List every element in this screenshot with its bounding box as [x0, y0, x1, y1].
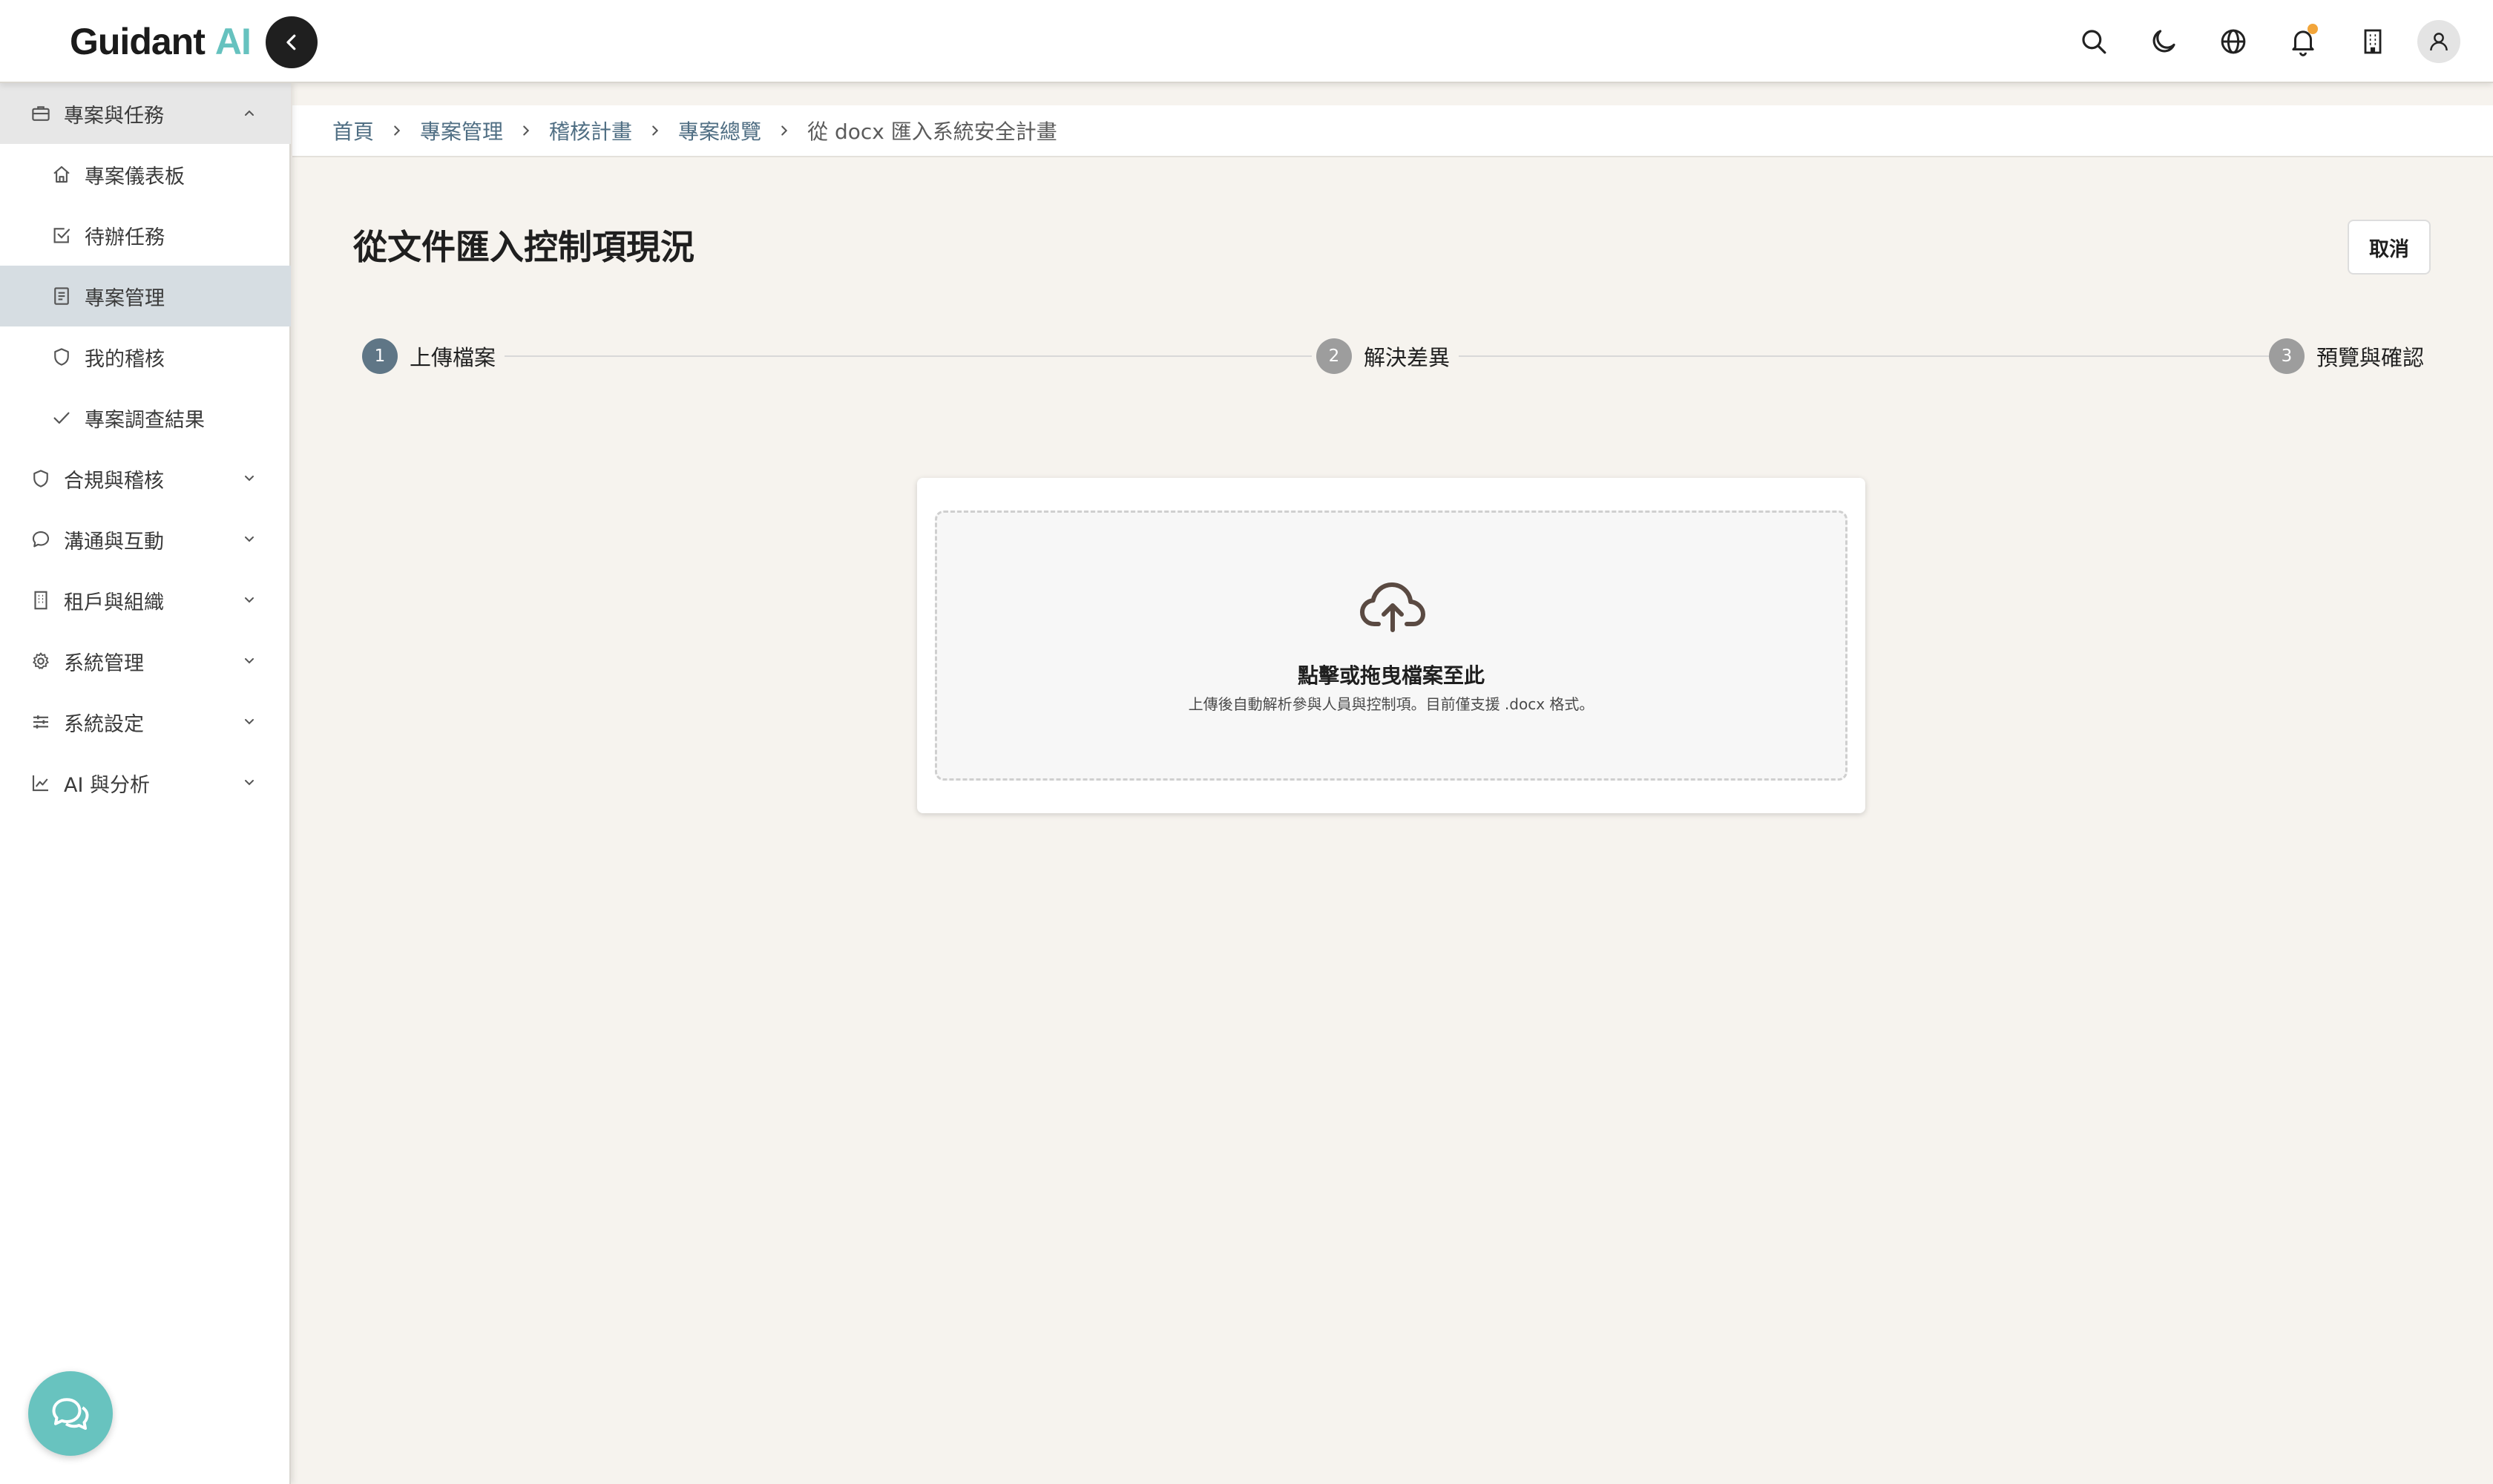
breadcrumb-project-management[interactable]: 專案管理 — [420, 116, 503, 145]
step-connector — [1453, 355, 2284, 357]
chevron-down-icon — [245, 780, 254, 786]
brand-suffix: AI — [214, 21, 252, 62]
step-label: 上傳檔案 — [410, 345, 496, 370]
check-icon — [53, 412, 70, 424]
chevron-right-icon — [523, 125, 530, 136]
app-logo[interactable]: Guidant AI — [70, 19, 252, 64]
chevron-down-icon — [245, 536, 254, 542]
sidebar-item-label: 專案儀表板 — [85, 165, 185, 188]
dropzone-title: 點擊或拖曳檔案至此 — [1297, 663, 1485, 688]
sidebar: 專案與任務 專案儀表板 待辦任務 專案管理 我的稽核 專案調查結果 合規與稽核 … — [0, 83, 291, 1484]
chevron-left-icon — [286, 34, 296, 50]
shield-icon — [54, 348, 69, 366]
brand-name: Guidant — [70, 21, 206, 62]
sliders-icon — [33, 715, 48, 729]
moon-icon — [2152, 30, 2175, 53]
sidebar-collapse-button[interactable] — [266, 16, 318, 68]
chevron-down-icon — [245, 658, 254, 664]
building-icon — [2364, 29, 2382, 54]
chat-bubbles-icon — [52, 1398, 89, 1430]
breadcrumb: 首頁 專案管理 稽核計畫 專案總覽 從 docx 匯入系統安全計畫 — [292, 105, 2493, 157]
notifications-button[interactable] — [2278, 16, 2328, 67]
sidebar-item-label: 溝通與互動 — [64, 530, 164, 554]
chat-assistant-button[interactable] — [28, 1371, 113, 1456]
breadcrumb-current: 從 docx 匯入系統安全計畫 — [807, 119, 1057, 144]
sidebar-item-label: 租戶與組織 — [64, 591, 164, 614]
user-avatar-button[interactable] — [2417, 20, 2460, 63]
top-header: Guidant AI — [0, 0, 2493, 83]
user-icon — [2430, 33, 2448, 51]
sidebar-item-label: 合規與稽核 — [64, 469, 164, 493]
sidebar-item-label: 專案管理 — [85, 286, 165, 310]
chevron-right-icon — [394, 125, 401, 136]
step-upload: 1 上傳檔案 — [362, 337, 505, 375]
globe-icon — [2221, 29, 2246, 54]
step-label: 解決差異 — [1364, 345, 1451, 370]
sidebar-item-label: 待辦任務 — [85, 226, 165, 249]
dropzone-hint: 上傳後自動解析參與人員與控制項。目前僅支援 .docx 格式。 — [1188, 695, 1594, 713]
sidebar-group-compliance-audit[interactable]: 合規與稽核 — [0, 448, 291, 509]
step-label: 預覽與確認 — [2316, 345, 2425, 370]
breadcrumb-project-overview[interactable]: 專案總覽 — [678, 116, 761, 145]
briefcase-icon — [32, 106, 50, 121]
chevron-up-icon — [245, 110, 254, 116]
chat-icon — [32, 531, 50, 548]
sidebar-item-label: 專案調查結果 — [85, 408, 205, 432]
chevron-down-icon — [245, 719, 254, 725]
page-title: 從文件匯入控制項現況 — [353, 227, 694, 267]
step-preview-confirm: 3 預覽與確認 — [2269, 337, 2434, 375]
step-resolve-diff: 2 解決差異 — [1316, 337, 1459, 375]
chevron-right-icon — [652, 125, 659, 136]
header-actions — [2069, 16, 2460, 67]
import-stepper: 1 上傳檔案 2 解決差異 3 預覽與確認 — [362, 337, 2434, 375]
sidebar-group-communication[interactable]: 溝通與互動 — [0, 509, 291, 570]
sidebar-item-project-dashboard[interactable]: 專案儀表板 — [0, 144, 291, 205]
sidebar-item-label: 我的稽核 — [85, 347, 165, 371]
sidebar-item-label: 系統管理 — [64, 651, 144, 675]
sidebar-item-project-management[interactable]: 專案管理 — [0, 266, 291, 326]
building-icon — [34, 591, 47, 610]
document-icon — [54, 287, 69, 305]
step-number: 2 — [1316, 338, 1352, 374]
shield-icon — [33, 470, 48, 487]
language-button[interactable] — [2208, 16, 2259, 67]
breadcrumb-audit-plan[interactable]: 稽核計畫 — [549, 116, 632, 145]
organization-button[interactable] — [2348, 16, 2398, 67]
sidebar-group-projects-tasks[interactable]: 專案與任務 — [0, 83, 291, 144]
chevron-right-icon — [781, 125, 788, 136]
sidebar-item-project-findings[interactable]: 專案調查結果 — [0, 387, 291, 448]
home-icon — [53, 165, 70, 183]
sidebar-item-todo-tasks[interactable]: 待辦任務 — [0, 205, 291, 266]
sidebar-item-label: 專案與任務 — [64, 104, 164, 128]
notification-dot — [2308, 24, 2318, 34]
file-dropzone[interactable]: 點擊或拖曳檔案至此 上傳後自動解析參與人員與控制項。目前僅支援 .docx 格式… — [935, 510, 1847, 781]
step-connector — [496, 355, 1312, 357]
sidebar-group-system-settings[interactable]: 系統設定 — [0, 692, 291, 752]
cloud-upload-icon — [1360, 582, 1425, 632]
gear-icon — [33, 652, 49, 669]
sidebar-item-label: 系統設定 — [64, 712, 144, 736]
search-icon — [2082, 30, 2106, 54]
chevron-down-icon — [245, 597, 254, 603]
sidebar-group-system-admin[interactable]: 系統管理 — [0, 631, 291, 692]
theme-toggle-button[interactable] — [2138, 16, 2189, 67]
sidebar-item-label: AI 與分析 — [64, 773, 151, 797]
step-number: 1 — [362, 338, 398, 374]
sidebar-group-tenants-org[interactable]: 租戶與組織 — [0, 570, 291, 631]
breadcrumb-home[interactable]: 首頁 — [332, 116, 374, 145]
step-number: 3 — [2269, 338, 2305, 374]
sidebar-item-my-audits[interactable]: 我的稽核 — [0, 326, 291, 387]
checkbox-icon — [53, 228, 70, 243]
upload-card: 點擊或拖曳檔案至此 上傳後自動解析參與人員與控制項。目前僅支援 .docx 格式… — [917, 478, 1865, 813]
sidebar-group-ai-analytics[interactable]: AI 與分析 — [0, 752, 291, 813]
cancel-button[interactable]: 取消 — [2348, 220, 2431, 275]
chart-line-icon — [32, 775, 48, 792]
chevron-down-icon — [245, 476, 254, 482]
search-button[interactable] — [2069, 16, 2119, 67]
